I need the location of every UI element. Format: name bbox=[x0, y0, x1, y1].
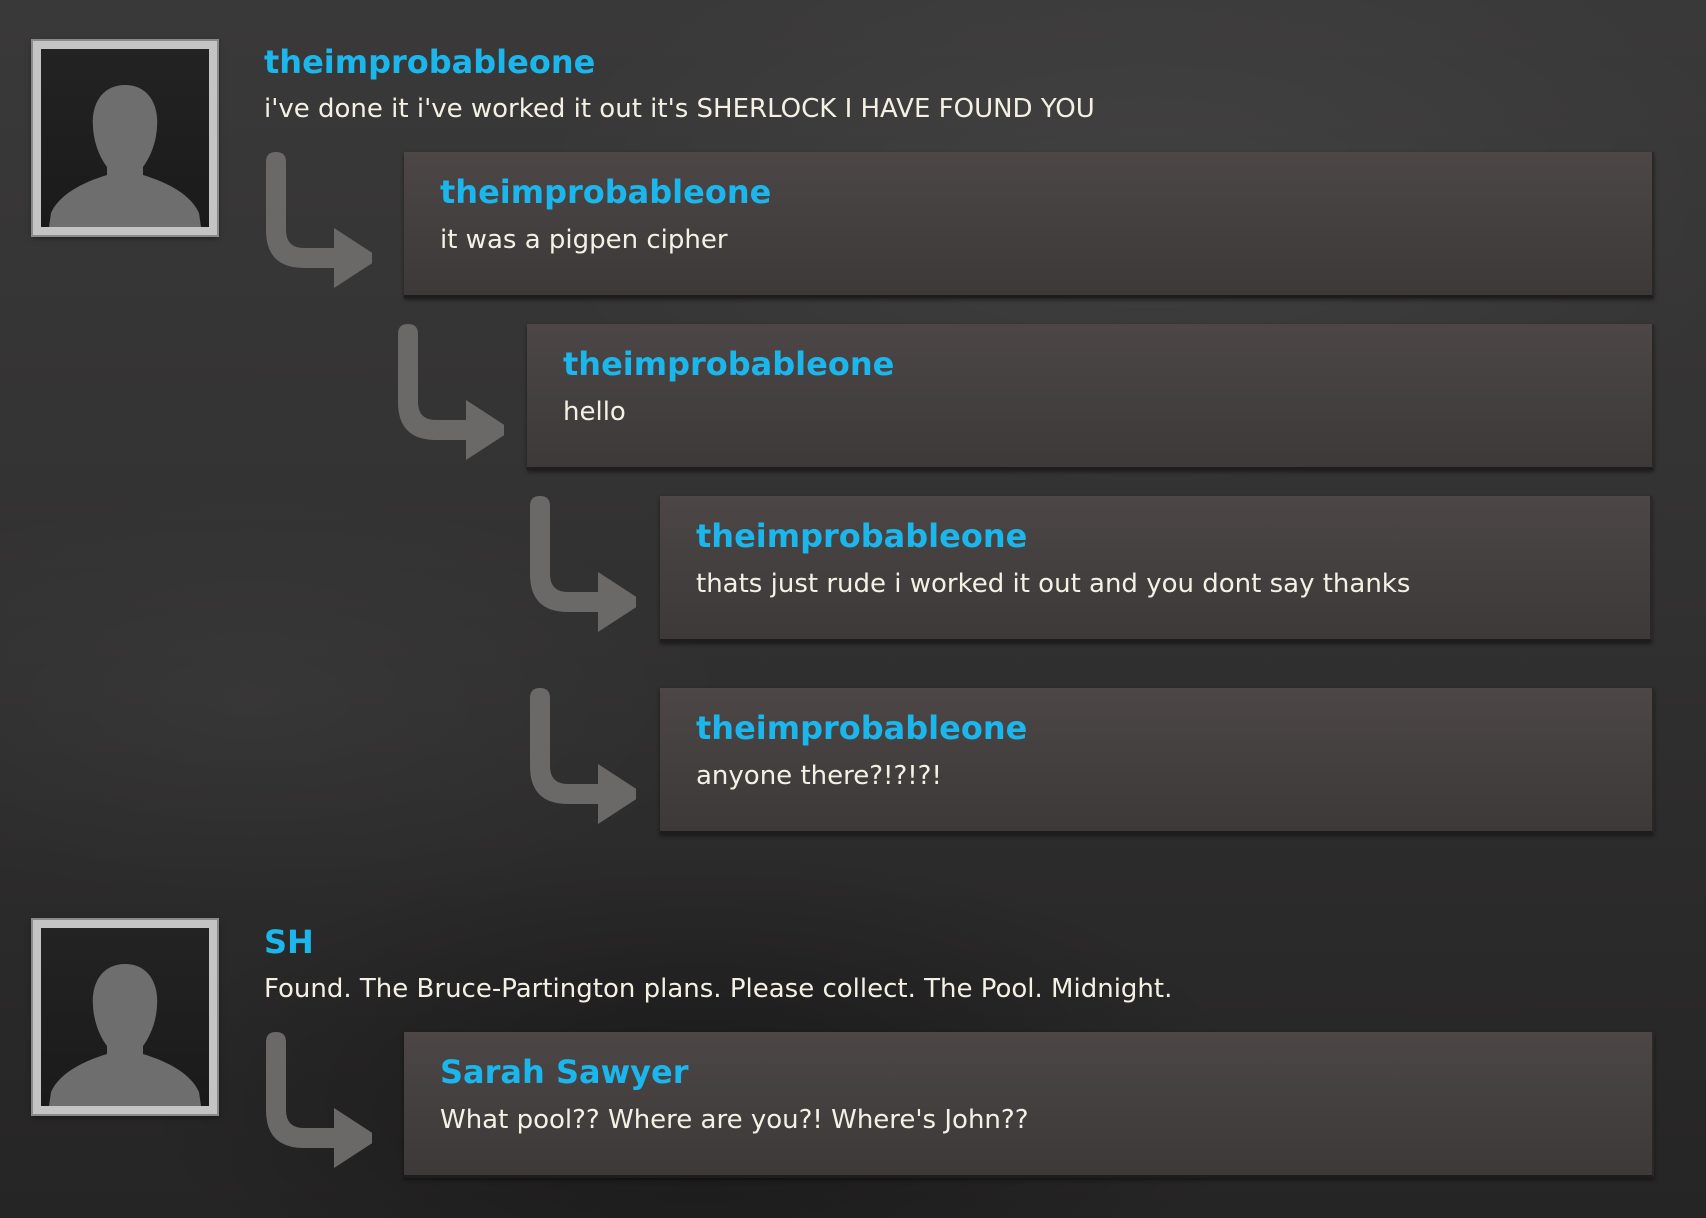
reply-author-name[interactable]: Sarah Sawyer bbox=[440, 1052, 1652, 1092]
reply-message: What pool?? Where are you?! Where's John… bbox=[440, 1105, 1029, 1135]
post-author-name[interactable]: theimprobableone bbox=[264, 42, 1095, 82]
post-header: theimprobableone i've done it i've worke… bbox=[264, 42, 1095, 126]
post-message: i've done it i've worked it out it's SHE… bbox=[264, 94, 1095, 124]
default-user-silhouette-icon bbox=[49, 964, 201, 1106]
reply-arrow-icon bbox=[398, 324, 504, 460]
reply-card: theimprobableone anyone there?!?!?! bbox=[660, 688, 1654, 834]
reply-card: theimprobableone it was a pigpen cipher bbox=[404, 152, 1654, 298]
reply-card: Sarah Sawyer What pool?? Where are you?!… bbox=[404, 1032, 1654, 1178]
reply-arrow-icon bbox=[530, 688, 636, 824]
reply-author-name[interactable]: theimprobableone bbox=[696, 516, 1650, 556]
default-user-silhouette-icon bbox=[49, 85, 201, 227]
reply-arrow-icon bbox=[530, 496, 636, 632]
reply-message: thats just rude i worked it out and you … bbox=[696, 569, 1411, 599]
reply-message: anyone there?!?!?! bbox=[696, 761, 942, 791]
reply-author-name[interactable]: theimprobableone bbox=[696, 708, 1652, 748]
comment-thread: theimprobableone i've done it i've worke… bbox=[0, 0, 1706, 1218]
user-avatar[interactable] bbox=[31, 39, 219, 237]
reply-card: theimprobableone thats just rude i worke… bbox=[660, 496, 1652, 642]
post-header: SH Found. The Bruce-Partington plans. Pl… bbox=[264, 922, 1172, 1006]
post-author-name[interactable]: SH bbox=[264, 922, 1172, 962]
post-message: Found. The Bruce-Partington plans. Pleas… bbox=[264, 974, 1173, 1004]
reply-arrow-icon bbox=[266, 152, 372, 288]
reply-author-name[interactable]: theimprobableone bbox=[563, 344, 1652, 384]
reply-arrow-icon bbox=[266, 1032, 372, 1168]
reply-message: hello bbox=[563, 397, 626, 427]
reply-message: it was a pigpen cipher bbox=[440, 225, 728, 255]
reply-card: theimprobableone hello bbox=[527, 324, 1654, 470]
reply-author-name[interactable]: theimprobableone bbox=[440, 172, 1652, 212]
user-avatar[interactable] bbox=[31, 918, 219, 1116]
